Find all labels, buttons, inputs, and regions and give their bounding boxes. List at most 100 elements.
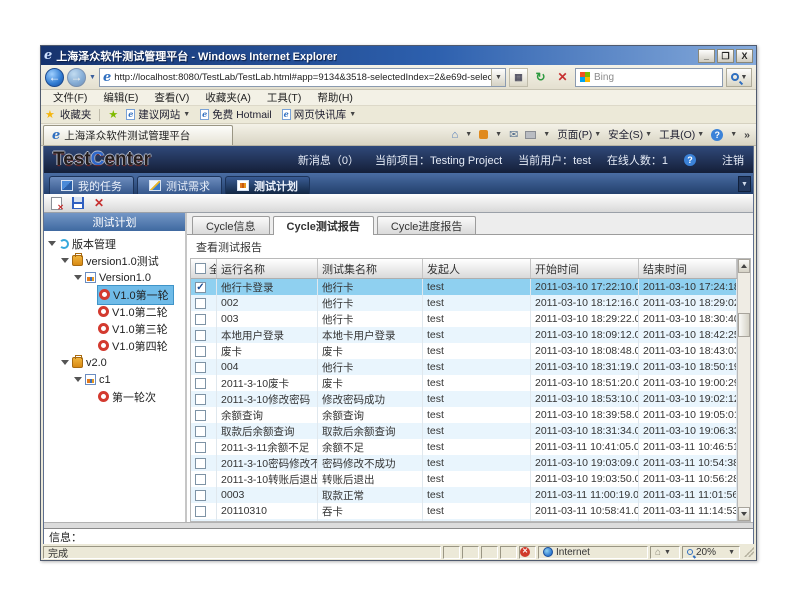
- row-checkbox[interactable]: [195, 506, 206, 517]
- forward-button[interactable]: →: [67, 68, 86, 87]
- print-dropdown-icon[interactable]: ▼: [543, 131, 550, 138]
- save-button[interactable]: [72, 197, 84, 209]
- feeds-dropdown-icon[interactable]: ▼: [495, 131, 502, 138]
- help-button[interactable]: ?: [711, 129, 723, 141]
- tree-item-body[interactable]: Version1.0: [84, 271, 155, 285]
- table-row[interactable]: 003他行卡test2011-03-10 18:29:22.02011-03-1…: [191, 311, 737, 327]
- app-help-icon[interactable]: ?: [684, 154, 696, 166]
- address-input[interactable]: e http://localhost:8080/TestLab/TestLab.…: [99, 68, 506, 87]
- history-dropdown-icon[interactable]: ▼: [89, 74, 96, 81]
- row-checkbox[interactable]: [195, 458, 206, 469]
- command-button[interactable]: 安全(S)▼: [608, 127, 652, 142]
- column-header[interactable]: 开始时间: [531, 259, 639, 278]
- row-checkbox[interactable]: [195, 362, 206, 373]
- tab-active-app-2[interactable]: 测试计划: [225, 176, 310, 194]
- menu-item[interactable]: 查看(V): [146, 90, 197, 105]
- home-button[interactable]: ⌂: [452, 129, 459, 141]
- scroll-down-icon[interactable]: [738, 507, 750, 521]
- row-checkbox[interactable]: [195, 378, 206, 389]
- dropdown-icon[interactable]: ▼: [349, 111, 356, 118]
- overflow-chevron-icon[interactable]: »: [744, 129, 750, 141]
- tree-item-body[interactable]: V1.0第一轮: [97, 285, 174, 305]
- protected-mode-cell[interactable]: ⌂▼: [650, 546, 680, 559]
- table-row[interactable]: 取款后余额查询取款后余额查询test2011-03-10 18:31:34.02…: [191, 423, 737, 439]
- table-row[interactable]: 002他行卡test2011-03-10 18:12:16.02011-03-1…: [191, 295, 737, 311]
- search-input[interactable]: Bing: [575, 68, 723, 87]
- refresh-button[interactable]: ↻: [531, 68, 550, 87]
- table-row[interactable]: 004他行卡test2011-03-10 18:31:19.02011-03-1…: [191, 359, 737, 375]
- expand-arrow-icon[interactable]: [74, 275, 82, 280]
- table-row[interactable]: 2011-3-10修改密码修改密码成功test2011-03-10 18:53:…: [191, 391, 737, 407]
- row-checkbox[interactable]: [195, 346, 206, 357]
- tab-app-1[interactable]: 测试需求: [137, 176, 222, 194]
- back-button[interactable]: ←: [45, 68, 64, 87]
- favorites-label[interactable]: 收藏夹: [60, 107, 92, 122]
- table-row[interactable]: 余额查询余额查询test2011-03-10 18:39:58.02011-03…: [191, 407, 737, 423]
- table-row[interactable]: ✓他行卡登录他行卡test2011-03-10 17:22:10.02011-0…: [191, 279, 737, 295]
- column-header[interactable]: 测试集名称: [318, 259, 423, 278]
- table-row[interactable]: 0003取款正常test2011-03-11 11:00:19.02011-03…: [191, 487, 737, 503]
- table-row[interactable]: 2011-3-10密码修改不成功密码修改不成功test2011-03-10 19…: [191, 455, 737, 471]
- mail-button[interactable]: ✉: [509, 128, 518, 141]
- menu-item[interactable]: 文件(F): [45, 90, 95, 105]
- table-row[interactable]: 2011-3-11连续挂失用户连续挂失账户test2011-03-11 10:5…: [191, 519, 737, 521]
- row-checkbox[interactable]: [195, 474, 206, 485]
- restore-button[interactable]: ❐: [717, 49, 734, 63]
- delete-button[interactable]: ✕: [94, 197, 104, 209]
- column-header[interactable]: 发起人: [423, 259, 531, 278]
- logout-link[interactable]: 注销: [722, 152, 744, 168]
- subtab-0[interactable]: Cycle信息: [192, 216, 270, 234]
- tree-item[interactable]: 第一轮次: [44, 388, 185, 405]
- favorites-link[interactable]: e建议网站▼: [123, 107, 193, 122]
- home-dropdown-icon[interactable]: ▼: [465, 131, 472, 138]
- tree-item[interactable]: V1.0第一轮: [44, 286, 185, 303]
- feeds-icon[interactable]: [479, 130, 488, 139]
- scroll-track[interactable]: [738, 273, 750, 507]
- table-row[interactable]: 2011-3-10转账后退出转账后退出test2011-03-10 19:03:…: [191, 471, 737, 487]
- row-checkbox[interactable]: [195, 394, 206, 405]
- stop-button[interactable]: ✕: [553, 68, 572, 87]
- search-button[interactable]: ▼: [726, 68, 752, 87]
- favorites-link[interactable]: e免费 Hotmail: [197, 107, 275, 122]
- row-checkbox[interactable]: [195, 314, 206, 325]
- command-button[interactable]: 页面(P)▼: [557, 127, 601, 142]
- tree-item-body[interactable]: V1.0第四轮: [97, 337, 172, 355]
- row-checkbox[interactable]: [195, 298, 206, 309]
- row-checkbox[interactable]: [195, 490, 206, 501]
- tree-item-body[interactable]: 第一轮次: [97, 388, 160, 406]
- tree-item[interactable]: V1.0第二轮: [44, 303, 185, 320]
- select-all-checkbox[interactable]: [195, 263, 206, 274]
- table-row[interactable]: 废卡废卡test2011-03-10 18:08:48.02011-03-10 …: [191, 343, 737, 359]
- dropdown-icon[interactable]: ▼: [183, 111, 190, 118]
- column-header[interactable]: 全: [191, 259, 217, 278]
- row-checkbox[interactable]: [195, 442, 206, 453]
- tree-item[interactable]: V1.0第四轮: [44, 337, 185, 354]
- tree-item-body[interactable]: version1.0测试: [71, 252, 163, 270]
- tab-overflow-button[interactable]: ▼: [738, 176, 751, 192]
- print-button[interactable]: [525, 131, 536, 139]
- tree-item-body[interactable]: 版本管理: [58, 235, 120, 253]
- tree-item[interactable]: version1.0测试: [44, 252, 185, 269]
- zoom-control[interactable]: 20% ▼: [682, 546, 740, 559]
- tree-item[interactable]: v2.0: [44, 354, 185, 371]
- resize-grip[interactable]: [744, 547, 754, 557]
- expand-arrow-icon[interactable]: [48, 241, 56, 246]
- add-favorite-icon[interactable]: ★: [108, 108, 118, 121]
- address-dropdown-icon[interactable]: ▼: [491, 69, 505, 86]
- table-scrollbar[interactable]: [737, 258, 751, 522]
- row-checkbox[interactable]: [195, 426, 206, 437]
- tree-item[interactable]: 版本管理: [44, 235, 185, 252]
- search-dropdown-icon[interactable]: ▼: [741, 74, 748, 81]
- tree-item[interactable]: Version1.0: [44, 269, 185, 286]
- subtab-2[interactable]: Cycle进度报告: [377, 216, 477, 234]
- scroll-thumb[interactable]: [738, 313, 750, 337]
- expand-arrow-icon[interactable]: [74, 377, 82, 382]
- title-bar[interactable]: e 上海泽众软件测试管理平台 - Windows Internet Explor…: [41, 46, 756, 65]
- table-row[interactable]: 2011-3-11余额不足余额不足test2011-03-11 10:41:05…: [191, 439, 737, 455]
- favorites-star-icon[interactable]: ★: [45, 108, 55, 121]
- menu-item[interactable]: 编辑(E): [95, 90, 146, 105]
- table-row[interactable]: 2011-3-10废卡废卡test2011-03-10 18:51:20.020…: [191, 375, 737, 391]
- column-header[interactable]: 运行名称: [217, 259, 318, 278]
- menu-item[interactable]: 收藏夹(A): [197, 90, 259, 105]
- tree-item-body[interactable]: v2.0: [71, 356, 111, 370]
